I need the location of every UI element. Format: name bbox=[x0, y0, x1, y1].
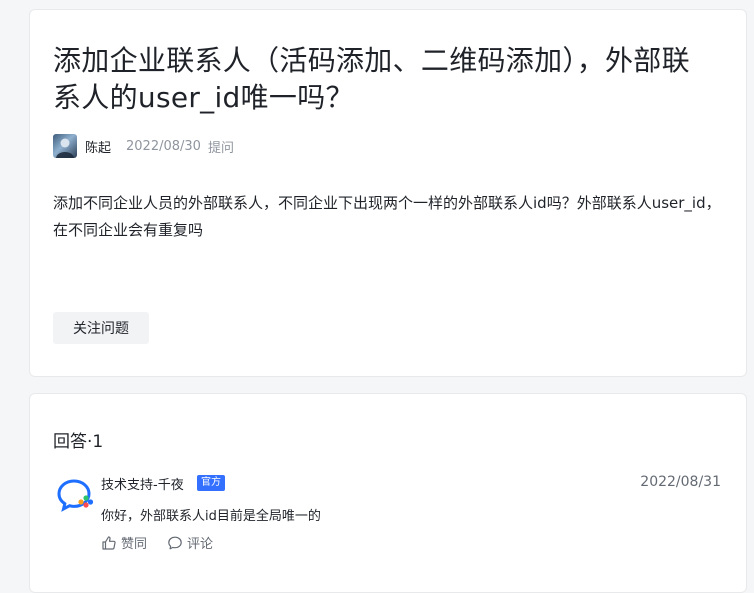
chat-bubble-logo-icon[interactable] bbox=[54, 474, 94, 514]
answer-actions: 赞同 评论 bbox=[101, 533, 213, 552]
comment-button[interactable]: 评论 bbox=[167, 533, 213, 552]
answer-date: 2022/08/31 bbox=[640, 474, 721, 490]
answers-card: 回答·1 技术支持-千夜 官方 2022/08/31 你好，外部联系人id目前是… bbox=[29, 393, 747, 593]
official-badge: 官方 bbox=[197, 475, 225, 491]
question-action: 提问 bbox=[207, 140, 234, 156]
question-date: 2022/08/30 bbox=[126, 138, 201, 154]
person-icon bbox=[56, 138, 74, 158]
question-meta: 陈起 2022/08/30 提问 bbox=[53, 133, 234, 159]
comment-icon bbox=[168, 536, 182, 549]
like-button[interactable]: 赞同 bbox=[101, 533, 147, 552]
like-label: 赞同 bbox=[121, 537, 148, 552]
answers-heading: 回答·1 bbox=[53, 432, 104, 452]
comment-label: 评论 bbox=[187, 537, 214, 552]
answer-author[interactable]: 技术支持-千夜 bbox=[101, 474, 184, 493]
avatar[interactable] bbox=[53, 134, 77, 158]
follow-question-button[interactable]: 关注问题 bbox=[53, 312, 149, 344]
answer-text: 你好，外部联系人id目前是全局唯一的 bbox=[101, 509, 321, 524]
question-body: 添加不同企业人员的外部联系人，不同企业下出现两个一样的外部联系人id吗？外部联系… bbox=[53, 194, 721, 239]
author-name[interactable]: 陈起 bbox=[85, 137, 111, 156]
question-card: 添加企业联系人（活码添加、二维码添加），外部联系人的user_id唯一吗？ 陈起… bbox=[29, 9, 747, 377]
question-title: 添加企业联系人（活码添加、二维码添加），外部联系人的user_id唯一吗？ bbox=[53, 44, 690, 114]
thumbs-up-icon bbox=[102, 535, 116, 550]
